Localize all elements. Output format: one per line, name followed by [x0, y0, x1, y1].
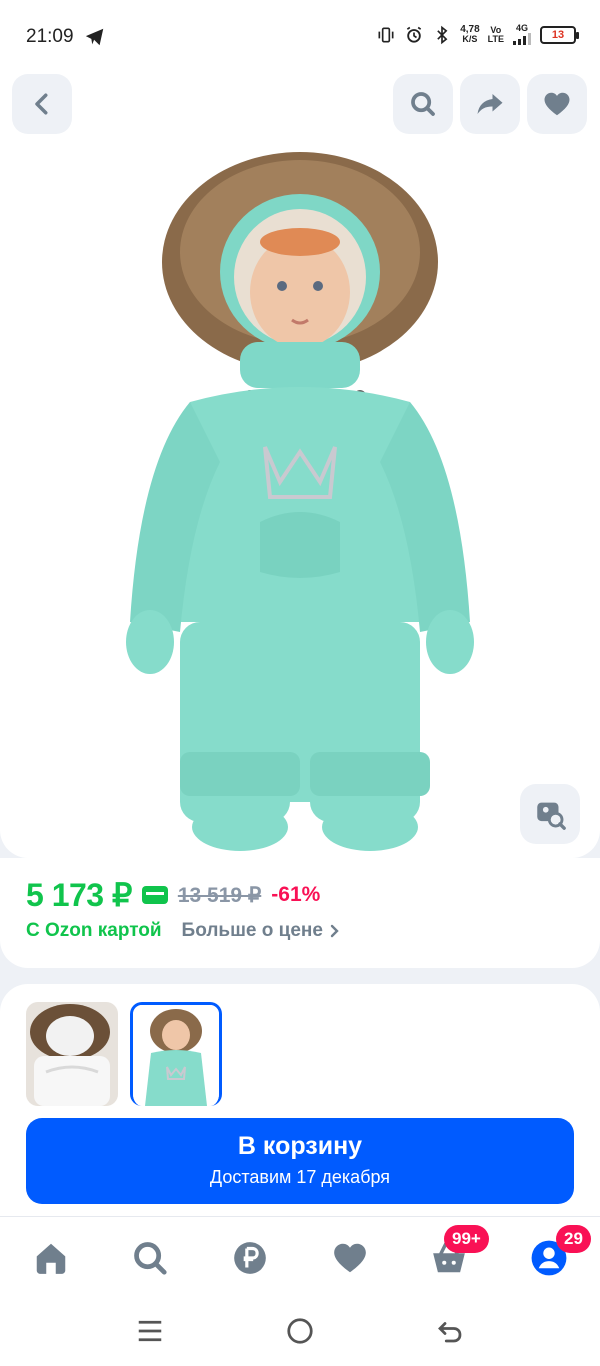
- nav-home[interactable]: [32, 1239, 70, 1277]
- price-current: 5 173 ₽: [26, 877, 132, 913]
- nav-ozon-card[interactable]: [231, 1239, 269, 1277]
- chevron-right-icon: [330, 924, 339, 938]
- ozon-card-icon: [141, 886, 168, 904]
- product-image: [126, 152, 474, 851]
- price-discount: -61%: [271, 883, 321, 906]
- system-navigation-bar: [0, 1298, 600, 1366]
- thumbnail-2[interactable]: [130, 1002, 222, 1106]
- similar-search-icon: [537, 802, 566, 830]
- net-speed: 4,78 K/S: [460, 24, 480, 44]
- home-icon: [36, 1243, 66, 1274]
- profile-count-badge: 29: [556, 1225, 591, 1253]
- cart-count-badge: 99+: [444, 1225, 489, 1253]
- status-time: 21:09: [26, 26, 74, 47]
- heart-icon: [544, 92, 570, 116]
- price-old: 13 519 ₽: [177, 883, 262, 907]
- vibrate-icon: [378, 27, 394, 42]
- alarm-icon: [407, 26, 422, 43]
- bottom-navigation: 99+ 29: [0, 1216, 600, 1298]
- chevron-left-icon: [35, 93, 48, 115]
- back-icon[interactable]: [435, 1316, 465, 1346]
- signal-indicator: 4G: [512, 24, 532, 45]
- favorite-button[interactable]: [527, 74, 587, 134]
- home-circle-icon[interactable]: [285, 1316, 315, 1346]
- similar-search-button[interactable]: [520, 784, 580, 844]
- status-bar: 21:09 4,78 K/S Vo LTE 4G 13: [0, 0, 600, 70]
- nav-search[interactable]: [131, 1239, 169, 1277]
- more-price-label: Больше о цене: [181, 920, 323, 941]
- price-row: 5 173 ₽ 13 519 ₽ -61%: [26, 876, 320, 914]
- nav-favorites[interactable]: [331, 1239, 369, 1277]
- ozon-card-label: С Ozon картой: [26, 920, 162, 941]
- thumbnail-image: [26, 1002, 118, 1106]
- more-price-link[interactable]: Больше о цене: [182, 920, 341, 942]
- price-info-row: С Ozon картой Больше о цене: [26, 920, 341, 942]
- volte-indicator: Vo LTE: [487, 24, 504, 44]
- bluetooth-icon: [437, 25, 448, 44]
- heart-icon: [334, 1243, 366, 1273]
- battery-indicator: 13: [540, 25, 579, 44]
- telegram-icon: [85, 28, 104, 46]
- search-icon: [134, 1242, 167, 1275]
- nav-cart[interactable]: 99+: [430, 1225, 489, 1277]
- back-button[interactable]: [12, 74, 72, 134]
- cart-button-label: В корзину: [237, 1132, 363, 1160]
- menu-icon[interactable]: [135, 1316, 165, 1346]
- delivery-date: Доставим 17 декабря: [209, 1167, 391, 1187]
- signal-icon: [513, 33, 531, 45]
- thumbnail-image: [133, 1005, 219, 1106]
- product-gallery[interactable]: [0, 62, 600, 858]
- thumbnail-1[interactable]: [26, 1002, 118, 1106]
- status-indicators: 4,78 K/S Vo LTE 4G 13: [376, 24, 579, 45]
- price-card: 5 173 ₽ 13 519 ₽ -61% С Ozon картой Боль…: [0, 858, 600, 968]
- ruble-circle-icon: [234, 1242, 266, 1274]
- add-to-cart-button[interactable]: В корзину Доставим 17 декабря: [26, 1118, 574, 1204]
- nav-profile[interactable]: 29: [530, 1225, 591, 1277]
